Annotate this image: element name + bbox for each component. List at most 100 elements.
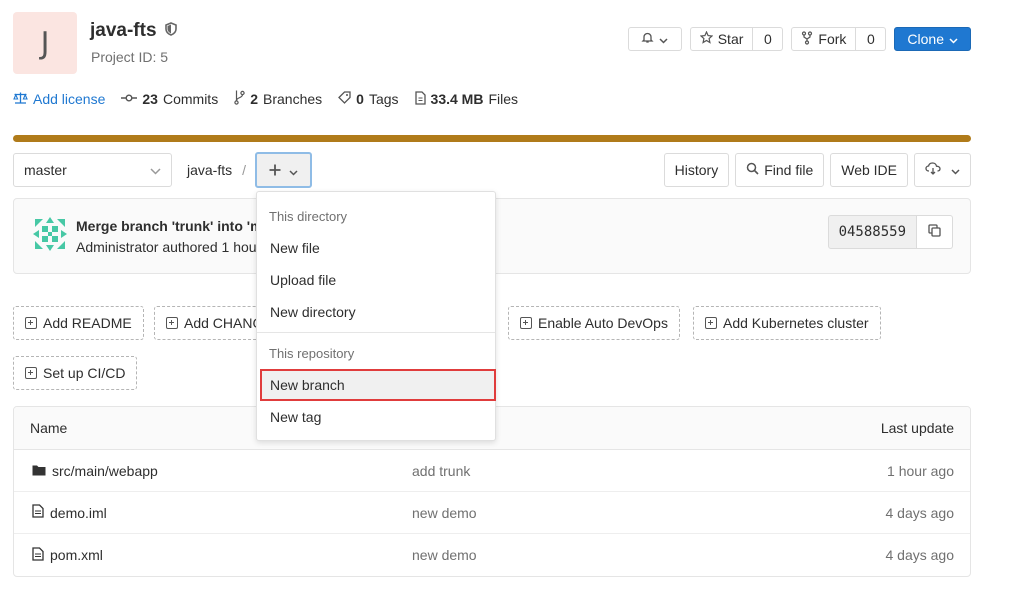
new-file-menu-item[interactable]: New file <box>257 232 495 264</box>
project-name[interactable]: java-fts <box>90 20 157 42</box>
branches-stat[interactable]: 2 Branches <box>234 90 322 108</box>
tags-stat[interactable]: 0 Tags <box>338 91 399 107</box>
files-size: 33.4 MB <box>430 91 484 107</box>
setup-ci-cd-button[interactable]: Set up CI/CD <box>13 356 138 390</box>
star-label: Star <box>717 31 744 47</box>
project-stats: Add license 23 Commits 2 Branches 0 Tags… <box>13 90 518 108</box>
commits-count: 23 <box>142 91 158 107</box>
scale-icon <box>13 91 28 107</box>
add-to-tree-dropdown: This directory New file Upload file New … <box>256 191 496 441</box>
add-changelog-label: Add CHANG <box>184 315 264 331</box>
commit-sha[interactable]: 04588559 <box>827 215 917 249</box>
add-kubernetes-cluster-button[interactable]: Add Kubernetes cluster <box>693 306 881 340</box>
breadcrumb: java-fts / <box>187 162 246 178</box>
commit-icon <box>121 91 138 107</box>
folder-icon <box>32 463 46 479</box>
web-ide-button[interactable]: Web IDE <box>830 153 908 187</box>
project-id: Project ID: 5 <box>91 49 169 65</box>
add-to-tree-button[interactable] <box>255 152 312 188</box>
file-icon <box>414 90 426 108</box>
breadcrumb-root[interactable]: java-fts <box>187 162 232 178</box>
project-actions: Star 0 Fork 0 Clone <box>627 27 971 51</box>
tags-count: 0 <box>356 91 364 107</box>
find-file-label: Find file <box>764 162 814 178</box>
table-row[interactable]: src/main/webapp add trunk 1 hour ago <box>14 450 970 492</box>
star-button[interactable]: Star <box>689 27 754 51</box>
chevron-down-icon <box>659 31 668 47</box>
shield-icon <box>164 20 177 42</box>
commit-message-cell[interactable]: new demo <box>412 547 477 563</box>
file-name-cell[interactable]: src/main/webapp <box>32 463 158 479</box>
fork-button[interactable]: Fork <box>791 27 857 51</box>
breadcrumb-separator: / <box>242 162 247 178</box>
files-label: Files <box>488 91 519 107</box>
table-row[interactable]: pom.xml new demo 4 days ago <box>14 534 970 576</box>
plus-square-icon <box>166 317 178 329</box>
add-license-label: Add license <box>33 91 106 107</box>
new-branch-menu-item[interactable]: New branch <box>260 369 496 401</box>
clone-label: Clone <box>907 31 944 47</box>
fork-count[interactable]: 0 <box>856 27 887 51</box>
fork-icon <box>801 30 813 48</box>
add-readme-label: Add README <box>43 315 132 331</box>
upload-file-menu-item[interactable]: Upload file <box>257 264 495 296</box>
add-readme-button[interactable]: Add README <box>13 306 144 340</box>
commit-meta: Administrator authored 1 hou <box>76 239 257 255</box>
enable-auto-devops-button[interactable]: Enable Auto DevOps <box>508 306 680 340</box>
cloud-download-icon <box>925 162 941 178</box>
storage-progress-fill <box>13 135 971 142</box>
last-update-cell: 4 days ago <box>885 504 955 521</box>
column-last-update-header: Last update <box>880 420 954 436</box>
copy-icon <box>928 224 941 240</box>
plus-square-icon <box>520 317 532 329</box>
file-name: demo.iml <box>50 504 107 521</box>
tag-icon <box>338 91 351 107</box>
commits-label: Commits <box>162 91 219 107</box>
star-group: Star 0 <box>689 27 784 51</box>
chevron-down-icon <box>150 162 161 178</box>
plus-square-icon <box>25 317 37 329</box>
files-stat[interactable]: 33.4 MB Files <box>414 90 519 108</box>
commit-title[interactable]: Merge branch 'trunk' into 'm <box>76 218 263 234</box>
tags-label: Tags <box>368 91 399 107</box>
find-file-button[interactable]: Find file <box>735 153 825 187</box>
commit-sha-group: 04588559 <box>827 215 953 249</box>
chevron-down-icon <box>949 31 958 47</box>
new-tag-menu-item[interactable]: New tag <box>257 401 495 433</box>
plus-square-icon <box>705 317 717 329</box>
commits-stat[interactable]: 23 Commits <box>121 91 218 107</box>
file-name: pom.xml <box>50 547 103 563</box>
identicon-avatar[interactable] <box>31 215 69 253</box>
search-icon <box>746 162 759 178</box>
file-icon <box>32 504 44 521</box>
column-name-header: Name <box>30 420 68 436</box>
last-update-cell: 1 hour ago <box>887 462 954 479</box>
file-name-cell[interactable]: pom.xml <box>32 546 103 564</box>
star-count[interactable]: 0 <box>753 27 784 51</box>
clone-button[interactable]: Clone <box>894 27 971 51</box>
add-license-link[interactable]: Add license <box>13 91 105 107</box>
star-icon <box>699 30 714 47</box>
branch-select[interactable]: master <box>13 153 172 187</box>
copy-sha-button[interactable] <box>917 215 953 249</box>
file-name-cell[interactable]: demo.iml <box>32 504 107 521</box>
last-update-cell: 4 days ago <box>885 547 955 563</box>
project-avatar: J <box>13 12 77 74</box>
branch-icon <box>234 90 245 108</box>
fork-label: Fork <box>818 31 847 47</box>
history-button[interactable]: History <box>663 153 730 187</box>
branch-select-value: master <box>24 162 67 178</box>
commit-message-cell[interactable]: new demo <box>412 505 477 521</box>
dropdown-section-header: This directory <box>269 208 348 224</box>
branches-count: 2 <box>250 91 258 107</box>
table-row[interactable]: demo.iml new demo 4 days ago <box>14 492 970 534</box>
plus-square-icon <box>25 367 37 379</box>
dropdown-divider <box>257 332 495 333</box>
bell-icon <box>641 31 654 47</box>
download-button[interactable] <box>914 153 971 187</box>
add-kubernetes-cluster-label: Add Kubernetes cluster <box>723 315 869 331</box>
commit-message-cell[interactable]: add trunk <box>412 463 470 479</box>
setup-ci-cd-label: Set up CI/CD <box>43 365 126 381</box>
new-directory-menu-item[interactable]: New directory <box>257 296 495 328</box>
notification-button[interactable] <box>627 27 682 51</box>
